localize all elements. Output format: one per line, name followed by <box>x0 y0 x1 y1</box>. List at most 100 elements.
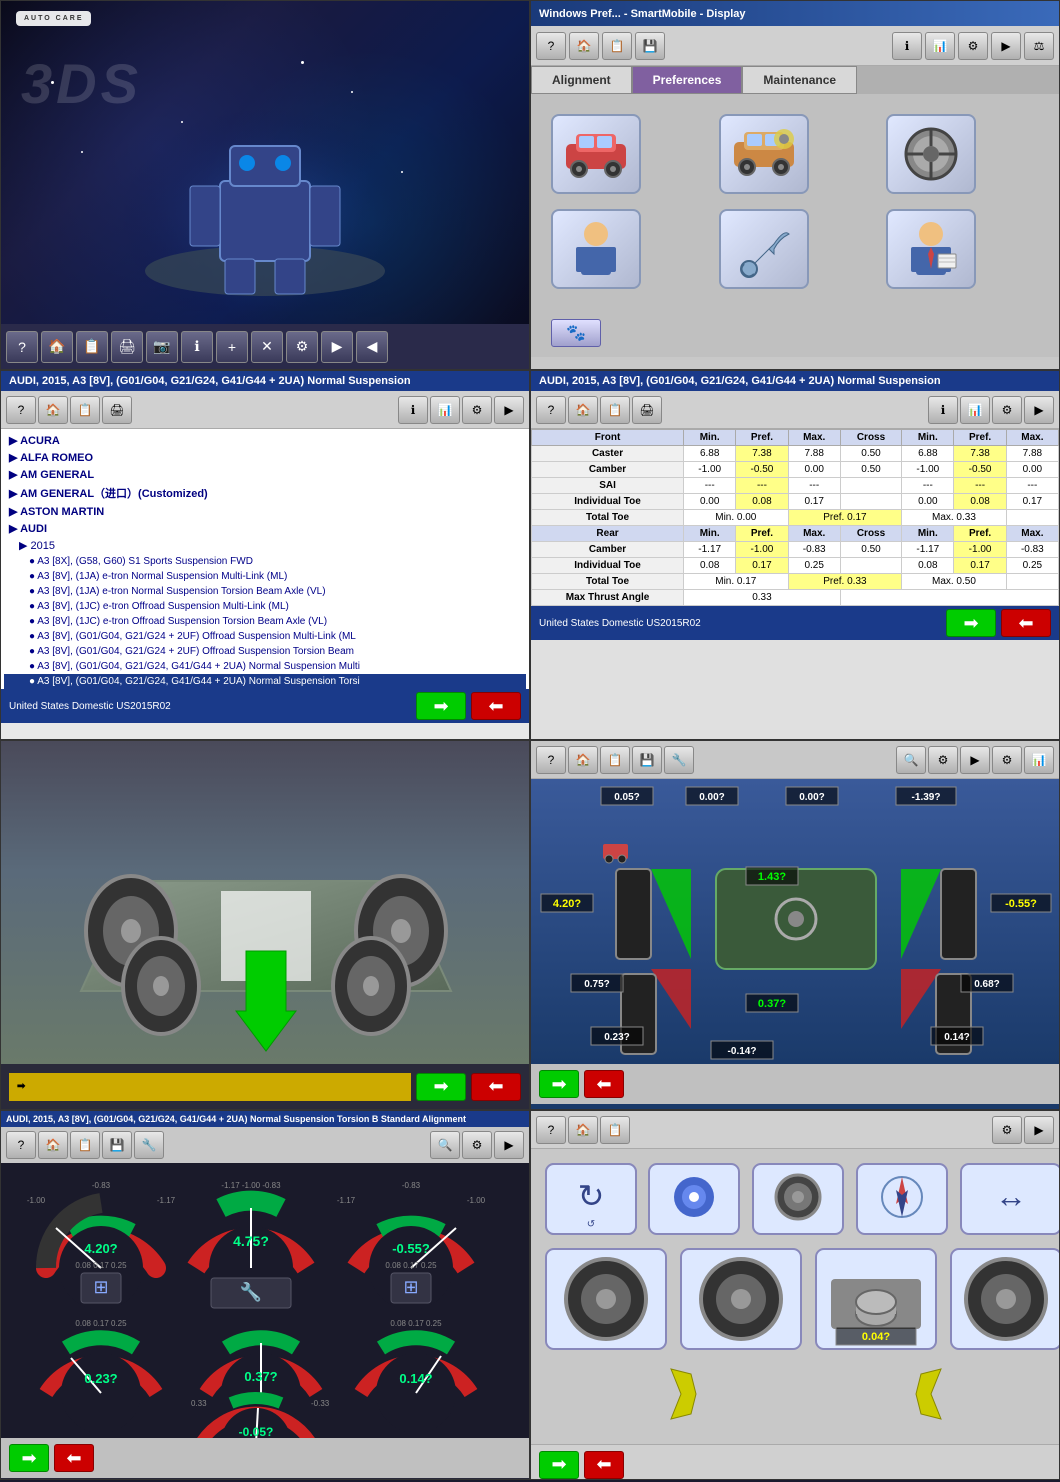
vl-gear-btn[interactable]: ⚙ <box>462 396 492 424</box>
vehicle-prev-btn[interactable]: ⬅ <box>471 692 521 720</box>
vl-a3-1jc-ml[interactable]: ● A3 [8V], (1JC) e-tron Offroad Suspensi… <box>4 599 526 614</box>
la-extra-btn[interactable]: 📊 <box>1024 746 1054 774</box>
g-save-btn[interactable]: 💾 <box>102 1131 132 1159</box>
at-view-btn[interactable]: 📊 <box>960 396 990 424</box>
pref-save-btn[interactable]: 💾 <box>635 32 665 60</box>
ai-nav-green-btn[interactable]: ➡ <box>539 1451 579 1479</box>
ai-doc-btn[interactable]: 📋 <box>600 1116 630 1144</box>
la-fwd-btn[interactable]: ▶ <box>960 746 990 774</box>
back-button[interactable]: ◀ <box>356 331 388 363</box>
at-help-btn[interactable]: ? <box>536 396 566 424</box>
vl-am-general[interactable]: ▶ AM GENERAL <box>4 466 526 483</box>
pref-doc-btn[interactable]: 📋 <box>602 32 632 60</box>
settings-button[interactable]: ⚙ <box>286 331 318 363</box>
vl-home-btn[interactable]: 🏠 <box>38 396 68 424</box>
pref-icon-person[interactable] <box>886 209 976 289</box>
at-next-btn[interactable]: ➡ <box>946 609 996 637</box>
vl-print-btn[interactable]: 🖨 <box>102 396 132 424</box>
pref-icon-car[interactable] <box>551 114 641 194</box>
pref-icon-wrench[interactable] <box>719 209 809 289</box>
3d-prev-btn[interactable]: ⬅ <box>471 1073 521 1101</box>
at-print-btn[interactable]: 🖨 <box>632 396 662 424</box>
g-nav-red-btn[interactable]: ⬅ <box>54 1444 94 1472</box>
pref-view-btn[interactable]: 📊 <box>925 32 955 60</box>
vl-2015[interactable]: ▶ 2015 <box>4 537 526 554</box>
vl-fwd-btn[interactable]: ▶ <box>494 396 524 424</box>
la-gear-btn[interactable]: ⚙ <box>928 746 958 774</box>
add-button[interactable]: + <box>216 331 248 363</box>
pref-info-btn[interactable]: ℹ <box>892 32 922 60</box>
doc-button[interactable]: 📋 <box>76 331 108 363</box>
vl-am-general-custom[interactable]: ▶ AM GENERAL（进口）(Customized) <box>4 483 526 503</box>
at-gear-btn[interactable]: ⚙ <box>992 396 1022 424</box>
ai-fwd-btn[interactable]: ▶ <box>1024 1116 1054 1144</box>
close-button[interactable]: ✕ <box>251 331 283 363</box>
la-home-btn[interactable]: 🏠 <box>568 746 598 774</box>
print-button[interactable]: 🖨 <box>111 331 143 363</box>
ai-home-btn[interactable]: 🏠 <box>568 1116 598 1144</box>
home-button[interactable]: 🏠 <box>41 331 73 363</box>
vl-audi[interactable]: ▶ AUDI <box>4 520 526 537</box>
la-zoom-btn[interactable]: 🔍 <box>896 746 926 774</box>
live-alignment-svg: 0.05? 0.00? 0.00? -1.39? 4.20? 1.43? -0.… <box>531 779 1059 1064</box>
svg-text:0.37?: 0.37? <box>758 998 786 1010</box>
la-wrench-btn[interactable]: 🔧 <box>664 746 694 774</box>
g-zoom-btn[interactable]: 🔍 <box>430 1131 460 1159</box>
vl-alfa-romeo[interactable]: ▶ ALFA ROMEO <box>4 449 526 466</box>
pref-balance-btn[interactable]: ⚖ <box>1024 32 1054 60</box>
vl-a3-1ja-vl[interactable]: ● A3 [8V], (1JA) e-tron Normal Suspensio… <box>4 584 526 599</box>
svg-text:0.04?: 0.04? <box>862 1331 890 1343</box>
g-help-btn[interactable]: ? <box>6 1131 36 1159</box>
pref-home-btn[interactable]: 🏠 <box>569 32 599 60</box>
pref-bottom-btn[interactable]: 🐾 <box>551 319 601 347</box>
la-save-btn[interactable]: 💾 <box>632 746 662 774</box>
g-home-btn[interactable]: 🏠 <box>38 1131 68 1159</box>
at-fwd-btn[interactable]: ▶ <box>1024 396 1054 424</box>
vehicle-next-btn[interactable]: ➡ <box>416 692 466 720</box>
pref-help-btn[interactable]: ? <box>536 32 566 60</box>
pref-gear-btn[interactable]: ⚙ <box>958 32 988 60</box>
camera-button[interactable]: 📷 <box>146 331 178 363</box>
vl-doc-btn[interactable]: 📋 <box>70 396 100 424</box>
vl-a3-selected[interactable]: ● A3 [8V], (G01/G04, G21/G24, G41/G44 + … <box>4 674 526 689</box>
pref-fwd-btn[interactable]: ▶ <box>991 32 1021 60</box>
3d-next-btn[interactable]: ➡ <box>416 1073 466 1101</box>
pref-icon-mechanic[interactable] <box>551 209 641 289</box>
info-button[interactable]: ℹ <box>181 331 213 363</box>
la-doc-btn[interactable]: 📋 <box>600 746 630 774</box>
vl-a3-g01-normal[interactable]: ● A3 [8V], (G01/G04, G21/G24, G41/G44 + … <box>4 659 526 674</box>
at-doc-btn[interactable]: 📋 <box>600 396 630 424</box>
vl-a3-g01-ml[interactable]: ● A3 [8V], (G01/G04, G21/G24 + 2UF) Offr… <box>4 629 526 644</box>
g-wrench-btn[interactable]: 🔧 <box>134 1131 164 1159</box>
pref-icon-settings[interactable] <box>719 114 809 194</box>
pref-icon-wheel[interactable] <box>886 114 976 194</box>
g-nav-green-btn[interactable]: ➡ <box>9 1444 49 1472</box>
vl-a3-s1[interactable]: ● A3 [8X], (G58, G60) S1 Sports Suspensi… <box>4 554 526 569</box>
ai-nav-red-btn[interactable]: ⬅ <box>584 1451 624 1479</box>
at-info-btn[interactable]: ℹ <box>928 396 958 424</box>
g-gear-btn[interactable]: ⚙ <box>462 1131 492 1159</box>
help-button[interactable]: ? <box>6 331 38 363</box>
at-home-btn[interactable]: 🏠 <box>568 396 598 424</box>
vl-a3-1jc-vl[interactable]: ● A3 [8V], (1JC) e-tron Offroad Suspensi… <box>4 614 526 629</box>
ai-help-btn[interactable]: ? <box>536 1116 566 1144</box>
vl-acura[interactable]: ▶ ACURA <box>4 432 526 449</box>
tab-maintenance[interactable]: Maintenance <box>742 66 857 94</box>
la-nav-red-btn[interactable]: ⬅ <box>584 1070 624 1098</box>
vl-info-btn[interactable]: ℹ <box>398 396 428 424</box>
vl-a3-1ja-ml[interactable]: ● A3 [8V], (1JA) e-tron Normal Suspensio… <box>4 569 526 584</box>
vl-aston-martin[interactable]: ▶ ASTON MARTIN <box>4 503 526 520</box>
vl-help-btn[interactable]: ? <box>6 396 36 424</box>
la-settings2-btn[interactable]: ⚙ <box>992 746 1022 774</box>
vl-view-btn[interactable]: 📊 <box>430 396 460 424</box>
at-prev-btn[interactable]: ⬅ <box>1001 609 1051 637</box>
tab-alignment[interactable]: Alignment <box>531 66 632 94</box>
la-nav-green-btn[interactable]: ➡ <box>539 1070 579 1098</box>
la-help-btn[interactable]: ? <box>536 746 566 774</box>
tab-preferences[interactable]: Preferences <box>632 66 743 94</box>
g-fwd-btn[interactable]: ▶ <box>494 1131 524 1159</box>
g-doc-btn[interactable]: 📋 <box>70 1131 100 1159</box>
vl-a3-g01-torsion[interactable]: ● A3 [8V], (G01/G04, G21/G24 + 2UF) Offr… <box>4 644 526 659</box>
forward-button[interactable]: ▶ <box>321 331 353 363</box>
ai-gear-btn[interactable]: ⚙ <box>992 1116 1022 1144</box>
